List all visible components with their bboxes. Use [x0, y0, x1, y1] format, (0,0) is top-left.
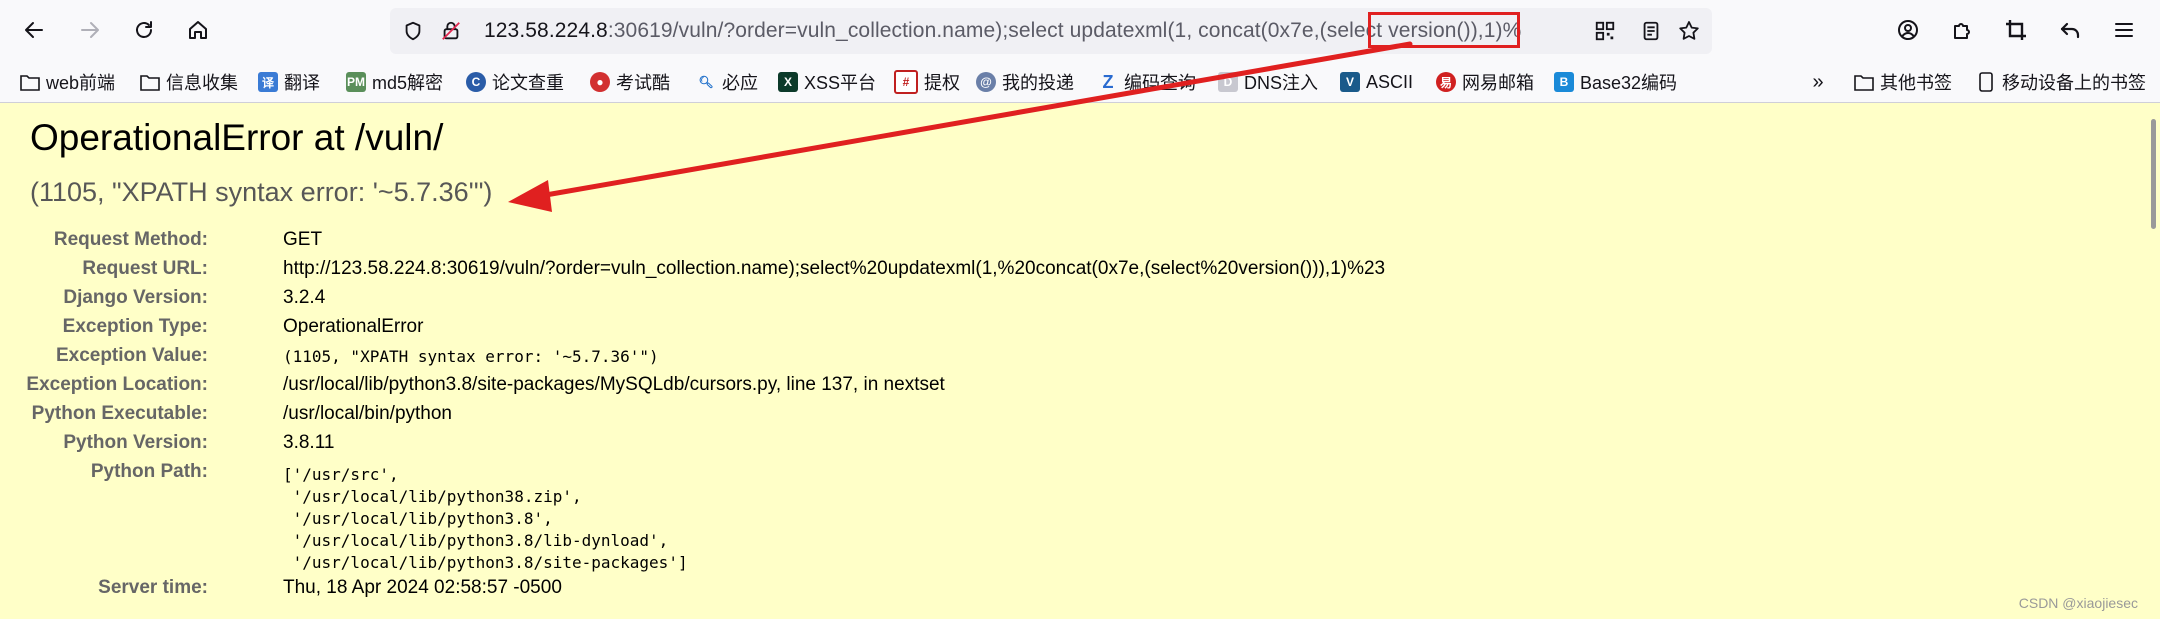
- translate-icon: 译: [258, 72, 278, 92]
- page-title: OperationalError at /vuln/: [30, 117, 444, 158]
- bookmark-item[interactable]: Z 编码查询: [1098, 70, 1197, 94]
- bookmark-item[interactable]: ● 考试酷: [590, 70, 670, 94]
- account-button[interactable]: [1888, 10, 1928, 50]
- hamburger-icon: [2115, 23, 2133, 37]
- reload-button[interactable]: [124, 10, 164, 50]
- bookmark-item[interactable]: D DNS注入: [1218, 70, 1318, 94]
- mail-icon: @: [976, 72, 996, 92]
- scrollbar-thumb[interactable]: [2151, 119, 2156, 229]
- bookmark-item[interactable]: X XSS平台: [778, 70, 876, 94]
- url-text[interactable]: 123.58.224.8:30619/vuln/?order=vuln_coll…: [484, 19, 1521, 43]
- bookmark-item[interactable]: 移动设备上的书签: [1976, 70, 2146, 94]
- bing-icon: 🔍︎: [698, 75, 714, 89]
- bookmark-item[interactable]: 其他书签: [1854, 70, 1952, 94]
- undo-button[interactable]: [2050, 10, 2090, 50]
- meta-row-exception-location: Exception Location:/usr/local/lib/python…: [26, 374, 945, 395]
- folder-icon: [1854, 72, 1874, 92]
- forward-button[interactable]: [70, 10, 110, 50]
- highlight-box: [1368, 12, 1520, 48]
- bookmark-item[interactable]: 🔍︎ 必应: [696, 70, 758, 94]
- bookmark-item[interactable]: web前端: [20, 70, 115, 94]
- bookmark-star-icon[interactable]: [1674, 8, 1704, 54]
- meta-row-python-version: Python Version: 3.8.11: [63, 432, 335, 453]
- home-icon: [189, 21, 207, 39]
- grid-icon: #: [894, 70, 918, 94]
- python-path-list: ['/usr/src', '/usr/local/lib/python38.zi…: [283, 464, 688, 574]
- meta-row-python-executable: Python Executable:/usr/local/bin/python: [31, 403, 452, 424]
- puzzle-icon: [1954, 23, 1970, 39]
- check-icon: C: [466, 72, 486, 92]
- bookmark-item[interactable]: B Base32编码: [1554, 70, 1677, 94]
- address-bar[interactable]: 123.58.224.8:30619/vuln/?order=vuln_coll…: [390, 8, 1712, 54]
- python-path-line: '/usr/local/lib/python3.8',: [283, 509, 553, 528]
- meta-row-django-version: Django Version: 3.2.4: [63, 287, 326, 308]
- url-host: 123.58.224.8: [484, 19, 608, 42]
- back-button[interactable]: [14, 10, 54, 50]
- folder-icon: [140, 72, 160, 92]
- browser-toolbar: 123.58.224.8:30619/vuln/?order=vuln_coll…: [0, 0, 2160, 62]
- md5-icon: PM: [346, 72, 366, 92]
- crop-icon: [2006, 20, 2026, 40]
- bookmark-item[interactable]: 译翻译: [258, 70, 320, 94]
- python-path-line: '/usr/local/lib/python38.zip',: [283, 487, 582, 506]
- base32-icon: B: [1554, 72, 1574, 92]
- watermark: CSDN @xiaojiesec: [2018, 595, 2138, 611]
- back-arrow-icon: [25, 22, 43, 38]
- bookmark-item[interactable]: 信息收集: [140, 70, 238, 94]
- code-icon: Z: [1102, 71, 1114, 92]
- bookmark-item[interactable]: # 提权: [894, 70, 960, 94]
- bookmark-item[interactable]: @ 我的投递: [976, 70, 1074, 94]
- xss-icon: X: [778, 72, 798, 92]
- bookmarks-overflow-button[interactable]: »: [1808, 70, 1834, 94]
- crop-button[interactable]: [1996, 10, 2036, 50]
- python-path-line: '/usr/local/lib/python3.8/lib-dynload',: [283, 531, 669, 550]
- reader-view-icon[interactable]: [1636, 8, 1666, 54]
- meta-row-server-time: Server time: Thu, 18 Apr 2024 02:58:57 -0…: [98, 577, 562, 598]
- folder-icon: [20, 72, 40, 92]
- meta-row-request-url: Request URL: http://123.58.224.8:30619/vu…: [82, 258, 1386, 279]
- error-page: OperationalError at /vuln/ (1105, "XPATH…: [0, 103, 2160, 619]
- python-path-line: ['/usr/src',: [283, 465, 399, 484]
- python-path-line: '/usr/local/lib/python3.8/site-packages'…: [283, 553, 688, 572]
- meta-row-python-path: Python Path: ['/usr/src', '/usr/local/li…: [90, 461, 688, 574]
- reload-icon: [136, 21, 152, 38]
- forward-arrow-icon: [81, 22, 99, 38]
- bookmarks-bar: web前端 信息收集 译翻译 PM md5解密 C 论文查重 ● 考试酷 🔍︎ 必应 X…: [0, 62, 2160, 103]
- insecure-lock-icon[interactable]: [436, 8, 466, 54]
- home-button[interactable]: [178, 10, 218, 50]
- exception-value-heading: (1105, "XPATH syntax error: '~5.7.36'"): [30, 177, 493, 207]
- meta-row-exception-type: Exception Type: OperationalError: [62, 316, 424, 337]
- account-icon: [1898, 20, 1918, 40]
- bookmark-item[interactable]: 易网易邮箱: [1436, 70, 1534, 94]
- menu-button[interactable]: [2104, 10, 2144, 50]
- dns-icon: D: [1218, 72, 1238, 92]
- exam-icon: ●: [590, 72, 610, 92]
- extensions-button[interactable]: [1942, 10, 1982, 50]
- bookmark-item[interactable]: PM md5解密: [346, 70, 443, 94]
- meta-row-request-method: Request Method: GET: [53, 229, 323, 250]
- undo-icon: [2060, 22, 2080, 39]
- shield-icon[interactable]: [398, 8, 428, 54]
- bookmark-item[interactable]: V ASCII: [1340, 70, 1413, 94]
- netease-icon: 易: [1436, 72, 1456, 92]
- meta-row-exception-value: Exception Value: (1105, "XPATH syntax err…: [55, 345, 659, 366]
- ascii-icon: V: [1340, 72, 1360, 92]
- chevron-double-right-icon: »: [1812, 70, 1824, 93]
- mobile-icon: [1976, 72, 1996, 92]
- qr-code-icon[interactable]: [1590, 8, 1620, 54]
- vertical-scrollbar[interactable]: [2146, 103, 2160, 619]
- bookmark-item[interactable]: C 论文查重: [466, 70, 564, 94]
